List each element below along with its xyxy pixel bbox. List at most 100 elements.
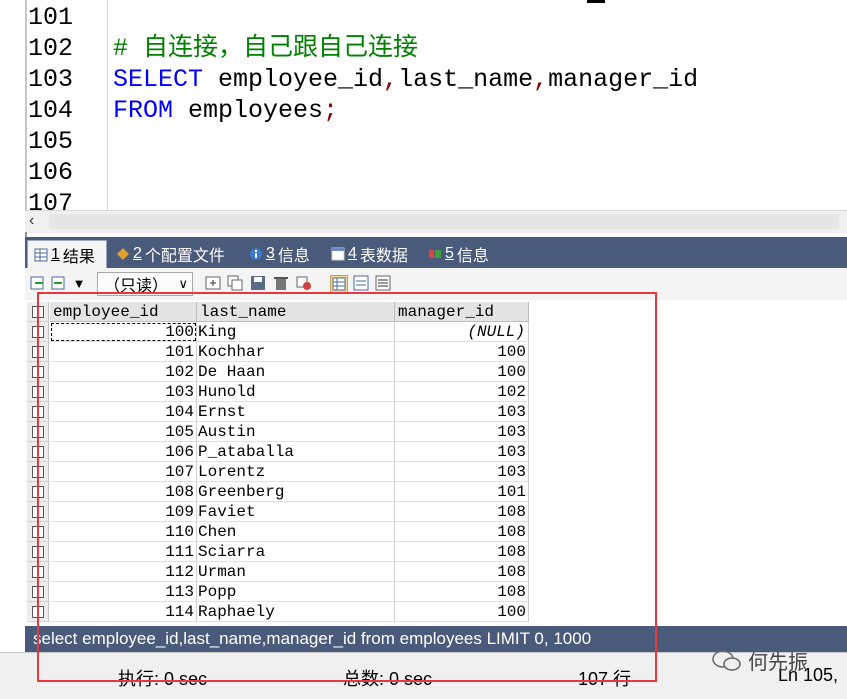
checkbox-icon [32, 346, 44, 358]
table-cell[interactable]: 113 [50, 582, 197, 602]
text-view-icon[interactable] [375, 275, 391, 291]
table-cell[interactable]: 110 [50, 522, 197, 542]
table-cell[interactable]: 100 [395, 342, 529, 362]
table-cell[interactable]: Chen [197, 522, 395, 542]
row-selector[interactable] [27, 342, 49, 362]
row-selector[interactable] [27, 502, 49, 522]
table-cell[interactable]: 103 [395, 422, 529, 442]
tab-info[interactable]: 3 信息 [243, 240, 323, 268]
table-cell[interactable]: De Haan [197, 362, 395, 382]
row-selector[interactable] [27, 602, 49, 622]
table-cell[interactable]: Faviet [197, 502, 395, 522]
table-cell[interactable]: Greenberg [197, 482, 395, 502]
checkbox-icon [32, 386, 44, 398]
row-selector[interactable] [27, 462, 49, 482]
row-selector[interactable] [27, 522, 49, 542]
row-selector[interactable] [27, 562, 49, 582]
table-cell[interactable]: Hunold [197, 382, 395, 402]
table-cell[interactable]: 108 [395, 522, 529, 542]
row-count: 107 行 [578, 669, 632, 689]
tab-table-data[interactable]: 4 表数据 [325, 240, 419, 268]
table-cell[interactable]: 112 [50, 562, 197, 582]
row-selector[interactable] [27, 402, 49, 422]
add-row-icon[interactable] [205, 275, 221, 291]
table-cell[interactable]: Sciarra [197, 542, 395, 562]
history-icon [428, 247, 442, 261]
code-token: employees [173, 96, 324, 125]
cancel-icon[interactable] [296, 275, 312, 291]
table-cell[interactable]: 108 [395, 542, 529, 562]
save-icon[interactable] [250, 275, 266, 291]
row-selector[interactable] [27, 362, 49, 382]
table-cell[interactable]: (NULL) [395, 322, 529, 342]
watermark-text: 何先振 [748, 652, 808, 674]
table-cell[interactable]: Ernst [197, 402, 395, 422]
table-cell[interactable]: Popp [197, 582, 395, 602]
line-number: 105 [28, 127, 74, 156]
table-cell[interactable]: P_ataballa [197, 442, 395, 462]
chevron-down-icon[interactable]: ▼ [71, 275, 87, 291]
table-cell[interactable]: 100 [395, 602, 529, 622]
checkbox-icon [32, 466, 44, 478]
table-cell[interactable]: 100 [50, 322, 197, 342]
table-cell[interactable]: Raphaely [197, 602, 395, 622]
checkbox-icon [32, 606, 44, 618]
table-cell[interactable]: Austin [197, 422, 395, 442]
table-cell[interactable]: 103 [395, 402, 529, 422]
tab-history[interactable]: 5 信息 [422, 240, 502, 268]
duplicate-row-icon[interactable] [227, 275, 243, 291]
table-cell[interactable]: 102 [395, 382, 529, 402]
checkbox-icon [32, 586, 44, 598]
table-cell[interactable]: 109 [50, 502, 197, 522]
column-header[interactable]: last_name [197, 302, 395, 322]
form-view-icon[interactable] [353, 275, 369, 291]
row-selector[interactable] [27, 582, 49, 602]
table-cell[interactable]: 107 [50, 462, 197, 482]
table-cell[interactable]: 108 [50, 482, 197, 502]
table-cell[interactable]: 103 [395, 462, 529, 482]
table-cell[interactable]: 106 [50, 442, 197, 462]
table-cell[interactable]: 108 [395, 582, 529, 602]
scrollbar-track[interactable] [49, 214, 839, 229]
table-cell[interactable]: 105 [50, 422, 197, 442]
table-cell[interactable]: 114 [50, 602, 197, 622]
table-cell[interactable]: Lorentz [197, 462, 395, 482]
tab-results[interactable]: 1 结果 [27, 240, 107, 268]
tab-profile[interactable]: 2 个配置文件 [110, 240, 240, 268]
table-cell[interactable]: 103 [395, 442, 529, 462]
table-cell[interactable]: 104 [50, 402, 197, 422]
table-cell[interactable]: Urman [197, 562, 395, 582]
code-line-from: FROM employees; [113, 95, 338, 126]
result-grid[interactable]: employee_id last_name manager_id 100 King… [25, 300, 847, 626]
table-cell[interactable]: 101 [395, 482, 529, 502]
horizontal-scrollbar[interactable]: ‹ [25, 210, 847, 233]
export-icon[interactable] [30, 275, 46, 291]
table-cell[interactable]: 108 [395, 502, 529, 522]
table-cell[interactable]: 102 [50, 362, 197, 382]
import-icon[interactable] [51, 275, 67, 291]
row-selector[interactable] [27, 382, 49, 402]
row-selector[interactable] [27, 542, 49, 562]
table-cell[interactable]: King [197, 322, 395, 342]
scroll-left-icon[interactable]: ‹ [29, 212, 34, 230]
row-selector[interactable] [27, 422, 49, 442]
table-cell[interactable]: 108 [395, 562, 529, 582]
table-cell[interactable]: 101 [50, 342, 197, 362]
column-header[interactable]: employee_id [50, 302, 197, 322]
readonly-mode-select[interactable]: （只读） ∨ [97, 272, 193, 296]
table-cell[interactable]: Kochhar [197, 342, 395, 362]
grid-view-icon[interactable] [330, 275, 348, 293]
checkbox-icon [32, 486, 44, 498]
result-toolbar: ▼ （只读） ∨ [25, 268, 847, 301]
row-selector[interactable] [27, 322, 49, 342]
table-cell[interactable]: 100 [395, 362, 529, 382]
table-cell[interactable]: 103 [50, 382, 197, 402]
line-number: 103 [28, 65, 74, 94]
sql-editor[interactable]: 101 102 103 104 105 106 107 # 自连接，自己跟自己连… [0, 0, 847, 210]
row-selector[interactable] [27, 482, 49, 502]
trash-icon[interactable] [273, 275, 289, 291]
select-all-cell[interactable] [27, 302, 49, 322]
row-selector[interactable] [27, 442, 49, 462]
column-header[interactable]: manager_id [395, 302, 529, 322]
table-cell[interactable]: 111 [50, 542, 197, 562]
